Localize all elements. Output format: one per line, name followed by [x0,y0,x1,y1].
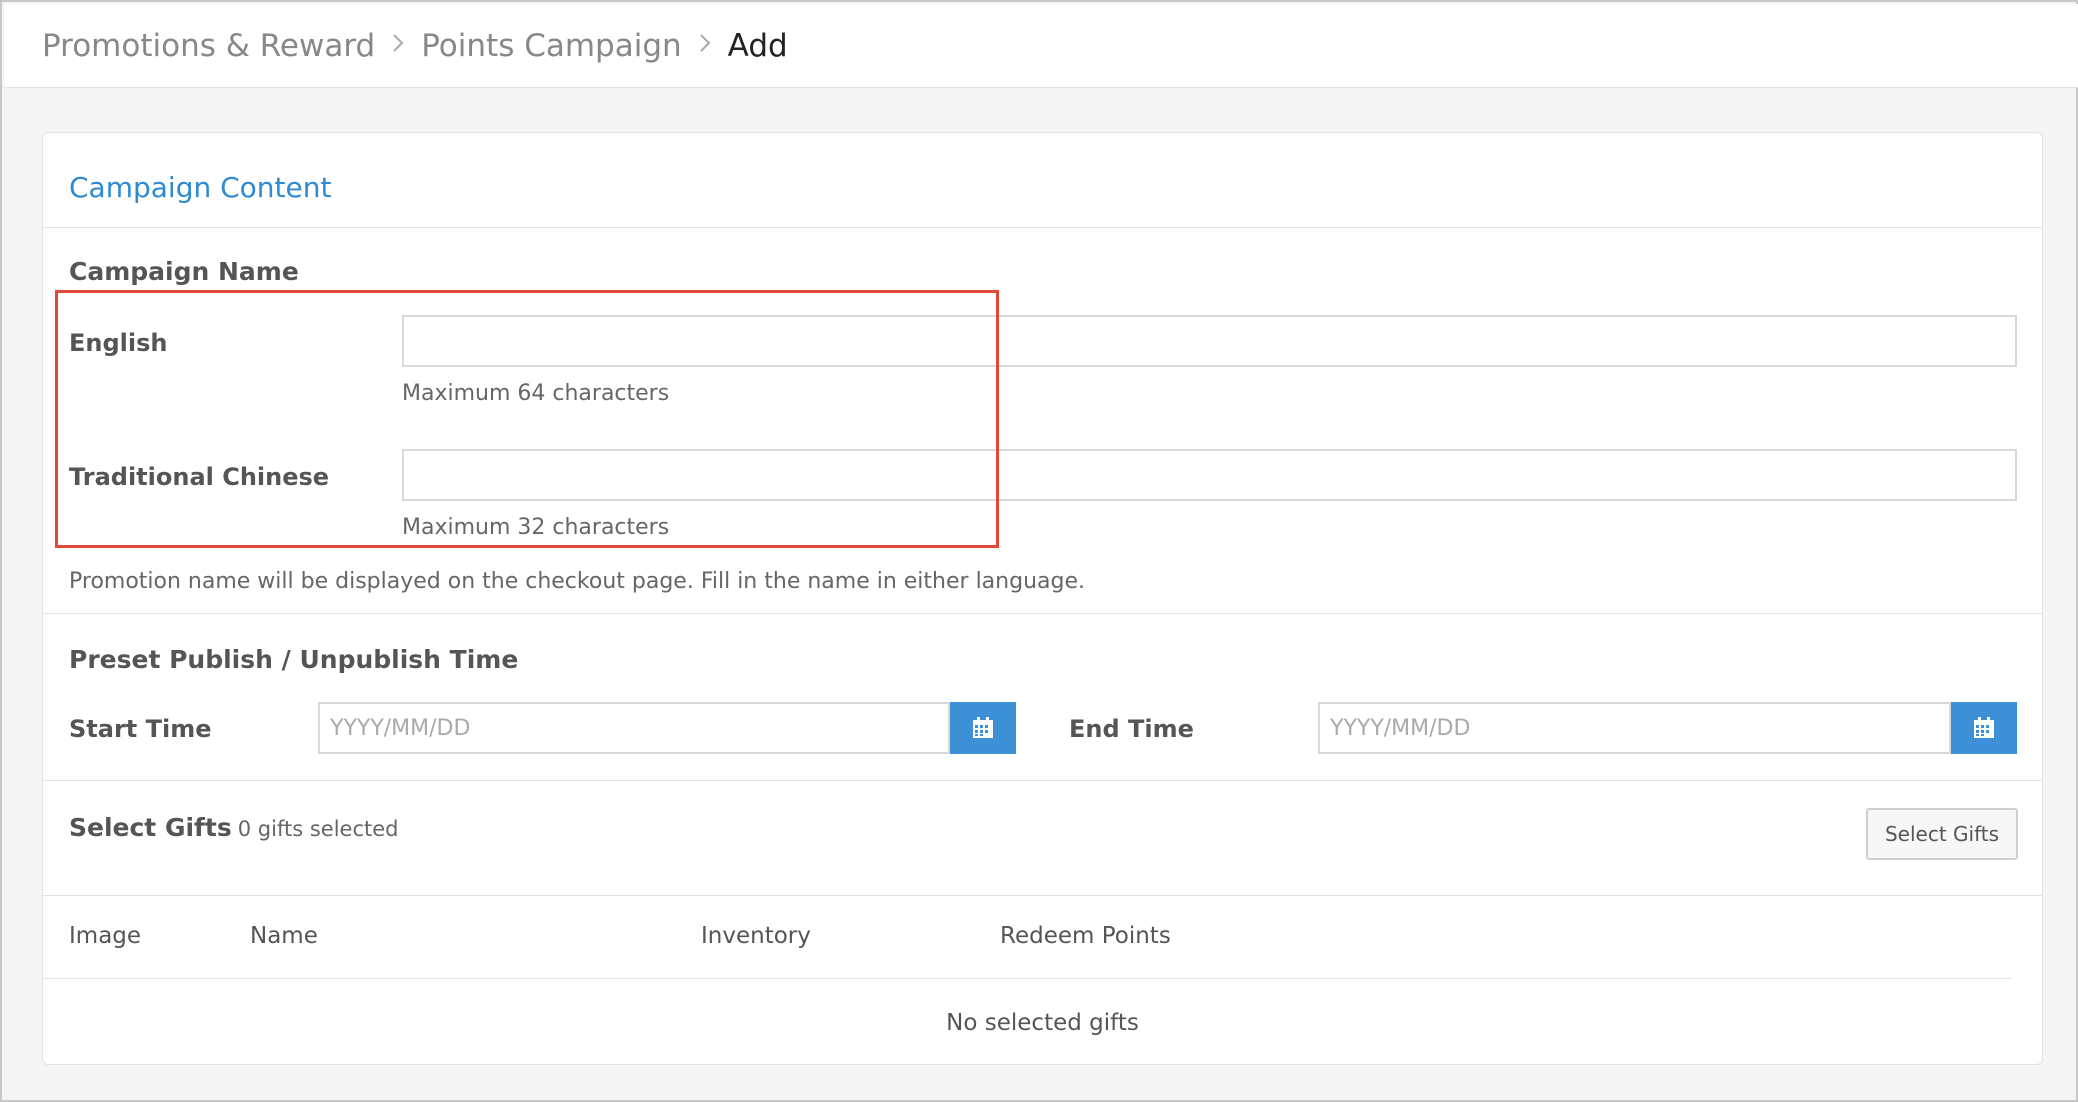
divider [43,227,2042,228]
english-label: English [69,329,168,357]
breadcrumb: Promotions & Reward Points Campaign Add [4,4,2078,88]
traditional-chinese-label: Traditional Chinese [69,463,330,491]
table-header-divider [43,978,2011,979]
app-frame: Promotions & Reward Points Campaign Add … [0,0,2078,1102]
breadcrumb-item-points-campaign[interactable]: Points Campaign [421,28,681,64]
column-header-image: Image [69,923,142,949]
divider [43,895,2042,896]
select-gifts-title: Select Gifts [69,813,232,842]
end-time-label: End Time [1069,715,1194,743]
campaign-content-card: Campaign Content Campaign Name English M… [42,132,2043,1065]
chinese-help-text: Maximum 32 characters [402,515,670,540]
english-help-text: Maximum 64 characters [402,381,670,406]
divider [43,780,2042,781]
select-gifts-heading: Select Gifts 0 gifts selected [69,813,399,842]
divider [43,613,2042,614]
calendar-icon [973,717,993,738]
start-time-input[interactable] [318,702,950,754]
publish-time-heading: Preset Publish / Unpublish Time [69,645,519,674]
end-time-input[interactable] [1318,702,1951,754]
column-header-inventory: Inventory [701,923,811,949]
calendar-icon [1974,717,1994,738]
end-time-calendar-button[interactable] [1951,702,2017,754]
select-gifts-button[interactable]: Select Gifts [1866,808,2018,860]
section-title: Campaign Content [69,171,332,204]
breadcrumb-current: Add [727,27,788,64]
column-header-redeem-points: Redeem Points [1000,923,1171,949]
campaign-name-note: Promotion name will be displayed on the … [69,569,1085,594]
empty-gifts-message: No selected gifts [946,1010,1139,1036]
start-time-label: Start Time [69,715,212,743]
gifts-selected-count: 0 gifts selected [237,817,399,841]
breadcrumb-item-promotions[interactable]: Promotions & Reward [42,28,375,64]
column-header-name: Name [250,923,318,949]
chevron-right-icon [391,31,405,61]
start-time-calendar-button[interactable] [950,702,1016,754]
campaign-name-heading: Campaign Name [69,257,299,286]
chevron-right-icon [698,31,712,61]
traditional-chinese-name-input[interactable] [402,449,2017,501]
english-name-input[interactable] [402,315,2017,367]
